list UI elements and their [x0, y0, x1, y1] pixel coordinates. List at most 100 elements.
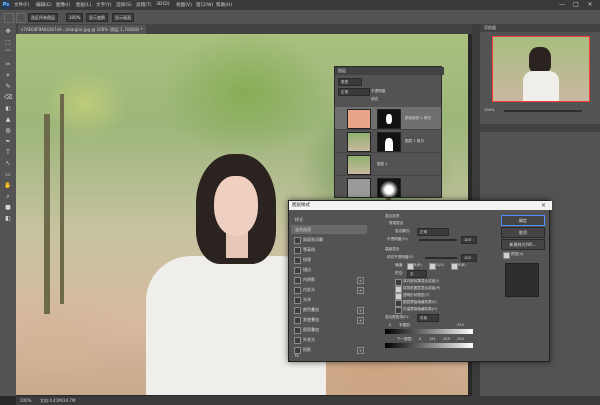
show-image-checkbox[interactable]: 显示画面 — [112, 13, 134, 22]
style-item-checkbox[interactable] — [294, 297, 301, 304]
this-layer-gradient[interactable] — [385, 329, 473, 334]
menu-item[interactable]: 图层(L) — [76, 2, 91, 8]
eyedropper-tool-icon[interactable]: ⌖ — [4, 72, 12, 80]
style-item-checkbox[interactable] — [294, 307, 301, 314]
channel-r-checkbox[interactable] — [407, 263, 414, 270]
advanced-option-checkbox[interactable] — [395, 286, 402, 293]
advanced-option-checkbox[interactable] — [395, 293, 402, 300]
minimize-button[interactable]: — — [556, 1, 568, 9]
style-item-checkbox[interactable] — [294, 347, 301, 354]
menu-item[interactable]: 3D(D) — [156, 2, 170, 7]
brush-tool-icon[interactable]: ✎ — [4, 83, 12, 91]
layer-row[interactable] — [335, 176, 441, 198]
menu-item[interactable]: 文字(Y) — [96, 2, 112, 8]
path-select-tool-icon[interactable]: ↖ — [4, 160, 12, 168]
style-item[interactable]: 投影 — [299, 345, 365, 354]
menu-item[interactable]: 图像(I) — [56, 2, 70, 8]
dodge-tool-icon[interactable]: ◐ — [4, 105, 12, 113]
style-item-checkbox[interactable] — [294, 257, 301, 264]
preview-checkbox[interactable] — [503, 252, 510, 259]
menu-item[interactable]: 编辑(E) — [36, 2, 52, 8]
layer-blend-mode[interactable]: 正常 — [338, 88, 370, 96]
zoom-field[interactable]: 100% — [66, 13, 84, 22]
layer-row[interactable]: 颜色填充 1 拷贝 — [335, 107, 441, 130]
advanced-option-checkbox[interactable] — [395, 279, 402, 286]
navigator-zoom-slider[interactable] — [504, 110, 582, 112]
sharpen-tool-icon[interactable]: ▲ — [4, 116, 12, 124]
add-style-icon[interactable]: + — [357, 317, 364, 324]
layer-kind-filter[interactable]: 类型 — [338, 78, 362, 86]
advanced-option-checkbox[interactable] — [395, 300, 402, 307]
lasso-tool-icon[interactable]: ⌒ — [4, 50, 12, 58]
document-tab[interactable]: v7AE04F9A642b7e9...(margin).jpg @ 100% (… — [18, 25, 146, 34]
style-item[interactable]: 内阴影 — [299, 275, 365, 284]
opacity-slider[interactable] — [419, 239, 457, 241]
styles-header[interactable]: 样式 — [291, 215, 367, 224]
style-item[interactable]: 内发光 — [299, 285, 365, 294]
advanced-option-checkbox[interactable] — [395, 307, 402, 314]
style-item-checkbox[interactable] — [294, 277, 301, 284]
quickmask-icon[interactable]: ◧ — [4, 215, 12, 223]
zoom-tool-icon[interactable]: ⌕ — [4, 193, 12, 201]
menu-item[interactable]: 文件(F) — [14, 2, 29, 8]
shape-tool-icon[interactable]: ▭ — [4, 171, 12, 179]
style-item[interactable]: 等高线 — [299, 245, 365, 254]
move-tool-icon[interactable] — [4, 13, 14, 23]
add-style-icon[interactable]: + — [357, 277, 364, 284]
menu-item[interactable]: 帮助(H) — [216, 2, 232, 8]
navigator-thumbnail[interactable] — [492, 36, 590, 102]
type-tool-icon[interactable]: T — [4, 149, 12, 157]
move-tool-icon[interactable]: ✥ — [4, 28, 12, 36]
fill-opacity-field[interactable]: 100 — [461, 254, 477, 262]
eraser-tool-icon[interactable]: ⌫ — [4, 94, 12, 102]
menu-item[interactable]: 窗口(W) — [196, 2, 213, 8]
ok-button[interactable]: 确定 — [501, 215, 545, 226]
add-style-icon[interactable]: + — [357, 347, 364, 354]
blur-tool-icon[interactable]: ◍ — [4, 127, 12, 135]
menu-item[interactable]: 滤镜(T) — [136, 2, 152, 8]
fill-opacity-slider[interactable] — [425, 257, 457, 259]
style-item[interactable]: 外发光 — [299, 335, 365, 344]
new-style-button[interactable]: 新建样式(W)... — [501, 239, 545, 250]
blend-options-item[interactable]: 混合选项 — [291, 225, 367, 234]
dialog-close-icon[interactable]: × — [541, 201, 546, 210]
style-item[interactable]: 颜色叠加 — [299, 305, 365, 314]
channel-b-checkbox[interactable] — [451, 263, 458, 270]
menu-item[interactable]: 选择(S) — [116, 2, 132, 8]
knockout-select[interactable]: 无 — [407, 270, 427, 278]
close-button[interactable]: ✕ — [584, 1, 596, 9]
style-item[interactable]: 渐变叠加 — [299, 315, 365, 324]
style-item-checkbox[interactable] — [294, 317, 301, 324]
add-style-icon[interactable]: + — [357, 307, 364, 314]
style-item-checkbox[interactable] — [294, 237, 301, 244]
add-style-icon[interactable]: + — [357, 287, 364, 294]
opacity-field[interactable]: 100 — [461, 236, 477, 244]
menu-item[interactable]: 视图(V) — [176, 2, 192, 8]
auto-select-checkbox[interactable] — [16, 13, 26, 23]
layer-row[interactable]: 图层 1 — [335, 153, 441, 176]
under-layer-gradient[interactable] — [385, 343, 473, 348]
crop-tool-icon[interactable]: ✂ — [4, 61, 12, 69]
show-transform-checkbox[interactable]: 显示变换 — [86, 13, 108, 22]
style-item-checkbox[interactable] — [294, 337, 301, 344]
maximize-button[interactable]: □ — [570, 1, 582, 9]
marquee-tool-icon[interactable]: ⬚ — [4, 39, 12, 47]
hand-tool-icon[interactable]: ✋ — [4, 182, 12, 190]
blend-mode-select[interactable]: 正常 — [417, 228, 449, 236]
style-item-checkbox[interactable] — [294, 327, 301, 334]
style-item-checkbox[interactable] — [294, 247, 301, 254]
style-item[interactable]: 光泽 — [299, 295, 365, 304]
style-item[interactable]: 斜面和浮雕 — [299, 235, 365, 244]
cancel-button[interactable]: 取消 — [501, 227, 545, 238]
style-item[interactable]: 图案叠加 — [299, 325, 365, 334]
style-item[interactable]: 描边 — [299, 265, 365, 274]
blend-if-select[interactable]: 灰色 — [417, 314, 439, 322]
style-item-checkbox[interactable] — [294, 287, 301, 294]
mode-select[interactable]: 选区所有图层 — [28, 13, 58, 22]
foreground-color-icon[interactable]: ■ — [4, 204, 12, 212]
style-item[interactable]: 纹理 — [299, 255, 365, 264]
channel-g-checkbox[interactable] — [429, 263, 436, 270]
layer-row[interactable]: 图层 1 拷贝 — [335, 130, 441, 153]
style-item-checkbox[interactable] — [294, 267, 301, 274]
pen-tool-icon[interactable]: ✒ — [4, 138, 12, 146]
